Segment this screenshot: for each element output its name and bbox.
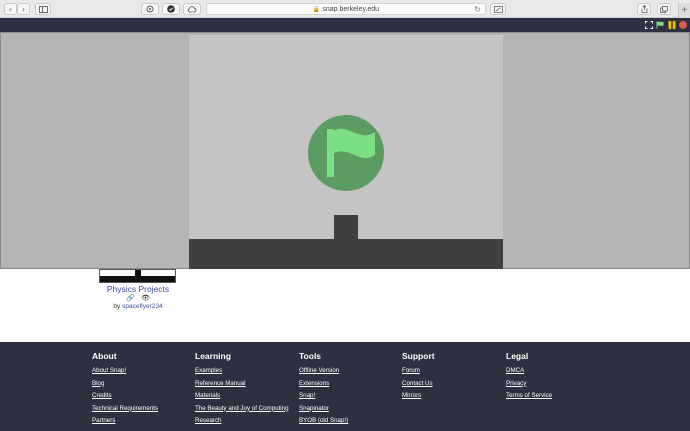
share-button[interactable] — [637, 3, 651, 15]
pen-icon — [493, 5, 503, 13]
eye-icon[interactable]: 👁 — [141, 294, 150, 303]
tabs-button[interactable] — [657, 3, 671, 15]
sidebar-icon — [38, 5, 48, 13]
footer-column-about: About About Snap! Blog Credits Technical… — [92, 351, 158, 430]
by-label: by — [113, 303, 121, 310]
footer-link[interactable]: Partners — [92, 417, 158, 430]
footer-column-learning: Learning Examples Reference Manual Mater… — [195, 351, 289, 430]
chevron-right-icon: › — [21, 4, 26, 14]
author-link[interactable]: spaceflyer234 — [122, 303, 162, 310]
footer-link[interactable]: Blog — [92, 380, 158, 393]
link-icon[interactable]: 🔗 — [126, 294, 135, 303]
footer-heading: Tools — [299, 351, 322, 361]
footer-link[interactable]: Snap! — [299, 392, 348, 405]
address-bar[interactable]: 🔒 snap.berkeley.edu ↻ — [206, 3, 486, 15]
extension-button-1[interactable] — [141, 3, 159, 15]
share-icon — [641, 5, 647, 13]
crosshair-icon — [146, 5, 154, 13]
check-circle-icon — [167, 5, 175, 13]
footer-heading: Support — [402, 351, 435, 361]
extension-button-2[interactable] — [162, 3, 180, 15]
footer-link[interactable]: Research — [195, 417, 289, 430]
back-button[interactable]: ‹ — [4, 3, 17, 15]
stage[interactable] — [189, 35, 503, 269]
project-title[interactable]: Physics Projects — [96, 284, 180, 294]
footer-link[interactable]: The Beauty and Joy of Computing — [195, 405, 289, 418]
stop-icon[interactable] — [679, 21, 687, 29]
footer-heading: About — [92, 351, 117, 361]
footer-link[interactable]: Snapinator — [299, 405, 348, 418]
footer-link[interactable]: BYOB (old Snap!) — [299, 417, 348, 430]
stage-container — [0, 32, 690, 269]
footer-link[interactable]: Mirrors — [402, 392, 435, 405]
project-icons: 🔗 👁 — [126, 294, 150, 303]
site-footer: About About Snap! Blog Credits Technical… — [0, 342, 690, 431]
footer-link[interactable]: Forum — [402, 367, 435, 380]
footer-heading: Learning — [195, 351, 231, 361]
address-url: snap.berkeley.edu — [322, 5, 380, 13]
footer-link[interactable]: Reference Manual — [195, 380, 289, 393]
footer-link[interactable]: Materials — [195, 392, 289, 405]
start-flag-button[interactable] — [308, 115, 384, 191]
pause-icon[interactable] — [668, 21, 676, 29]
collection-thumbnail[interactable] — [99, 269, 176, 283]
icloud-button[interactable] — [183, 3, 201, 15]
footer-column-legal: Legal DMCA Privacy Terms of Service — [506, 351, 552, 405]
lock-icon: 🔒 — [312, 6, 321, 13]
cloud-icon — [187, 5, 197, 12]
plus-icon: + — [681, 5, 688, 16]
footer-link[interactable]: DMCA — [506, 367, 552, 380]
footer-link[interactable]: About Snap! — [92, 367, 158, 380]
project-byline: by spaceflyer234 — [96, 303, 180, 310]
footer-link[interactable]: Technical Requirements — [92, 405, 158, 418]
footer-link[interactable]: Credits — [92, 392, 158, 405]
footer-link[interactable]: Extensions — [299, 380, 348, 393]
footer-link[interactable]: Offline Version — [299, 367, 348, 380]
footer-link[interactable]: Privacy — [506, 380, 552, 393]
chevron-left-icon: ‹ — [8, 4, 13, 14]
sidebar-button[interactable] — [35, 3, 51, 15]
fullscreen-icon[interactable] — [645, 21, 653, 29]
tabs-icon — [660, 5, 668, 13]
reader-button[interactable] — [490, 3, 506, 15]
footer-link[interactable]: Contact Us — [402, 380, 435, 393]
sprite-block — [334, 215, 358, 239]
footer-column-support: Support Forum Contact Us Mirrors — [402, 351, 435, 405]
ground — [189, 239, 503, 269]
browser-toolbar: ‹ › 🔒 snap.berkeley.edu ↻ + — [0, 0, 690, 18]
new-tab-button[interactable]: + — [678, 3, 690, 18]
footer-link[interactable]: Terms of Service — [506, 392, 552, 405]
green-flag-icon[interactable] — [656, 21, 664, 29]
forward-button[interactable]: › — [17, 3, 30, 15]
footer-link[interactable]: Examples — [195, 367, 289, 380]
footer-column-tools: Tools Offline Version Extensions Snap! S… — [299, 351, 348, 430]
green-flag-icon — [327, 128, 375, 177]
footer-heading: Legal — [506, 351, 529, 361]
stage-controls-bar — [0, 18, 690, 32]
reload-icon[interactable]: ↻ — [474, 5, 481, 14]
